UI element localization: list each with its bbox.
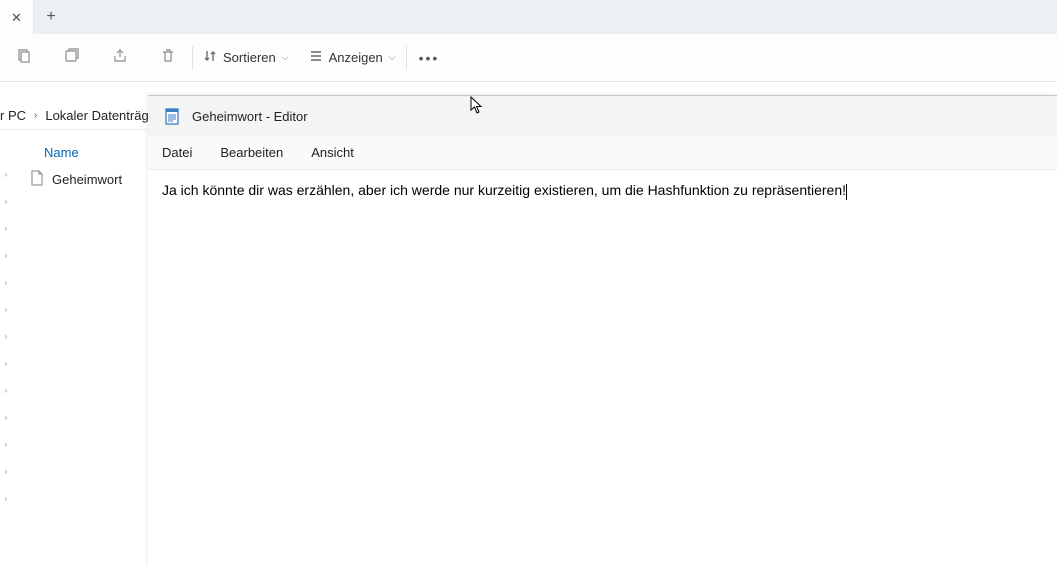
menu-file[interactable]: Datei: [158, 141, 196, 164]
file-name: Geheimwort: [52, 172, 122, 187]
tree-caret-icon[interactable]: ›: [5, 359, 8, 368]
chevron-right-icon: ›: [34, 110, 37, 121]
delete-button[interactable]: [144, 34, 192, 82]
tree-caret-icon[interactable]: ›: [5, 197, 8, 206]
tree-caret-icon[interactable]: ›: [5, 494, 8, 503]
sort-label: Sortieren: [223, 50, 276, 65]
new-item-icon: [16, 48, 32, 67]
toolbar: Sortieren ⌵ Anzeigen ⌵ •••: [0, 34, 1057, 82]
tree-caret-icon[interactable]: ›: [5, 224, 8, 233]
chevron-down-icon: ⌵: [282, 52, 289, 63]
tree-caret-icon[interactable]: ›: [5, 440, 8, 449]
chevron-down-icon: ⌵: [389, 52, 396, 63]
more-button[interactable]: •••: [407, 34, 452, 82]
new-item-button[interactable]: [0, 34, 48, 82]
notepad-title: Geheimwort - Editor: [192, 109, 308, 124]
menu-view[interactable]: Ansicht: [307, 141, 358, 164]
view-icon: [309, 49, 323, 66]
file-icon: [30, 170, 44, 189]
sort-dropdown[interactable]: Sortieren ⌵: [193, 34, 299, 82]
breadcrumb-item[interactable]: Lokaler Datenträger: [45, 108, 160, 123]
more-icon: •••: [419, 50, 440, 66]
tree-caret-icon[interactable]: ›: [5, 467, 8, 476]
share-icon: [112, 48, 128, 67]
tree-caret-icon[interactable]: ›: [5, 251, 8, 260]
notepad-icon: [164, 106, 180, 126]
tree-caret-icon[interactable]: ›: [5, 278, 8, 287]
tree-caret-icon[interactable]: ›: [5, 332, 8, 341]
copy-button[interactable]: [48, 34, 96, 82]
tab-close-button[interactable]: ✕: [0, 0, 34, 34]
notepad-menu: Datei Bearbeiten Ansicht: [148, 136, 1057, 170]
menu-edit[interactable]: Bearbeiten: [216, 141, 287, 164]
copy-icon: [64, 48, 80, 67]
plus-icon: +: [46, 8, 55, 26]
tree-sidebar: › › › › › › › › › › › › ›: [0, 130, 12, 566]
notepad-text-area[interactable]: Ja ich könnte dir was erzählen, aber ich…: [148, 170, 1057, 566]
close-icon: ✕: [11, 11, 22, 24]
tree-caret-icon[interactable]: ›: [5, 305, 8, 314]
tree-caret-icon[interactable]: ›: [5, 413, 8, 422]
notepad-titlebar[interactable]: Geheimwort - Editor: [148, 96, 1057, 136]
notepad-content: Ja ich könnte dir was erzählen, aber ich…: [162, 182, 846, 198]
text-caret: [846, 184, 847, 200]
tree-caret-icon[interactable]: ›: [5, 170, 8, 179]
new-tab-button[interactable]: +: [34, 0, 68, 34]
trash-icon: [160, 48, 176, 67]
view-dropdown[interactable]: Anzeigen ⌵: [299, 34, 406, 82]
sort-icon: [203, 49, 217, 66]
breadcrumb-item[interactable]: r PC: [0, 108, 26, 123]
share-button[interactable]: [96, 34, 144, 82]
view-label: Anzeigen: [329, 50, 383, 65]
tree-caret-icon[interactable]: ›: [5, 386, 8, 395]
tab-bar: ✕ +: [0, 0, 1057, 34]
notepad-window: Geheimwort - Editor Datei Bearbeiten Ans…: [148, 95, 1057, 566]
